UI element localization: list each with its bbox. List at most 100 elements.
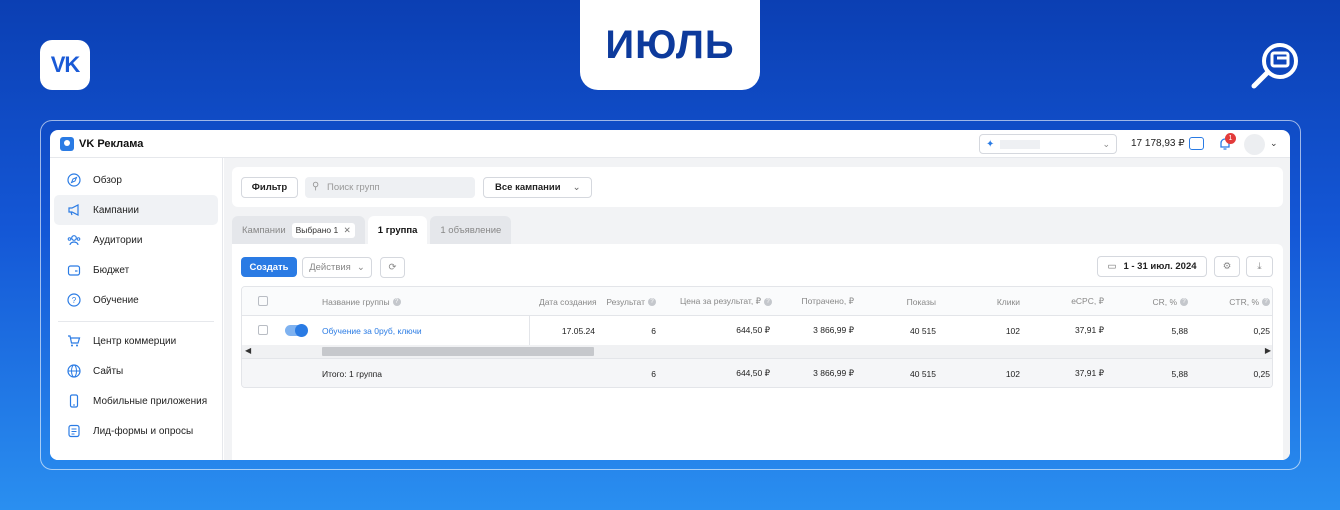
total-cr: 5,88 bbox=[1171, 368, 1188, 379]
group-name-link[interactable]: Обучение за 0руб, ключи bbox=[322, 316, 422, 345]
tab-campaigns[interactable]: Кампании Выбрано 1 ✕ bbox=[232, 216, 365, 244]
sidebar-item-label: Обучение bbox=[93, 294, 139, 306]
create-button[interactable]: Создать bbox=[241, 257, 297, 277]
download-icon: ⤓ bbox=[1257, 261, 1262, 272]
date-range-picker[interactable]: ▭ 1 - 31 июл. 2024 bbox=[1097, 256, 1207, 277]
total-label: Итого: 1 группа bbox=[322, 368, 383, 379]
compass-icon bbox=[66, 173, 81, 188]
info-icon[interactable]: ? bbox=[1262, 297, 1270, 306]
ads-search-icon bbox=[1251, 43, 1298, 89]
sparkle-icon: ✦ bbox=[986, 138, 995, 150]
wallet-icon bbox=[66, 263, 81, 278]
header-ctr-label: CTR, % bbox=[1229, 296, 1259, 307]
scroll-right-arrow[interactable]: ▶ bbox=[1265, 346, 1271, 355]
sidebar-item-lead-forms[interactable]: Лид-формы и опросы bbox=[54, 416, 218, 446]
sidebar-divider bbox=[58, 321, 214, 322]
search-input[interactable]: ⚲ Поиск групп bbox=[305, 177, 475, 198]
sidebar-item-label: Бюджет bbox=[93, 264, 130, 276]
header-name-label: Название группы bbox=[322, 296, 390, 307]
header-spent-label: Потрачено, ₽ bbox=[801, 296, 854, 306]
actions-dropdown[interactable]: Действия ⌄ bbox=[302, 257, 372, 278]
header-cr-label: CR, % bbox=[1152, 296, 1177, 307]
selected-chip[interactable]: Выбрано 1 ✕ bbox=[291, 222, 355, 238]
header-result-label: Результат bbox=[606, 296, 645, 307]
brand-name: VK Реклама bbox=[79, 137, 144, 150]
cell-cost-per-result: 644,50 ₽ bbox=[736, 325, 770, 335]
sidebar-item-learning[interactable]: ? Обучение bbox=[54, 285, 218, 315]
campaigns-select-label: Все кампании bbox=[495, 182, 561, 193]
group-toggle[interactable] bbox=[285, 324, 308, 337]
tabs: Кампании Выбрано 1 ✕ 1 группа 1 объявлен… bbox=[232, 216, 512, 244]
actions-label: Действия bbox=[309, 262, 351, 273]
sidebar-item-mobile-apps[interactable]: Мобильные приложения bbox=[54, 386, 218, 416]
header-impressions-label: Показы bbox=[906, 296, 936, 307]
refresh-button[interactable]: ⟳ bbox=[380, 257, 405, 278]
sidebar-item-commerce[interactable]: Центр коммерции bbox=[54, 326, 218, 356]
info-icon[interactable]: ? bbox=[764, 297, 772, 306]
vk-logo: VK bbox=[40, 40, 90, 90]
header-cost-label: Цена за результат, ₽ bbox=[679, 296, 761, 306]
tab-groups-label: 1 группа bbox=[377, 224, 418, 236]
tab-groups[interactable]: 1 группа bbox=[367, 216, 428, 244]
header-impressions[interactable]: Показы bbox=[872, 287, 936, 316]
info-icon[interactable]: ? bbox=[648, 297, 656, 306]
header-ecpc-label: eCPC, ₽ bbox=[1071, 296, 1104, 306]
phone-icon bbox=[66, 394, 81, 409]
header-clicks[interactable]: Клики bbox=[962, 287, 1020, 316]
header-name[interactable]: Название группы? bbox=[322, 287, 401, 316]
cell-result: 6 bbox=[651, 325, 656, 336]
table-row: Обучение за 0руб, ключи 17.05.24 6 644,5… bbox=[242, 316, 1272, 345]
sidebar-item-audiences[interactable]: Аудитории bbox=[54, 225, 218, 255]
header-created[interactable]: Дата создания bbox=[539, 287, 597, 316]
tab-ads[interactable]: 1 объявление bbox=[430, 216, 512, 244]
filter-button[interactable]: Фильтр bbox=[241, 177, 298, 198]
scroll-thumb[interactable] bbox=[322, 347, 594, 356]
account-selector[interactable]: ✦ ⌄ bbox=[979, 134, 1117, 154]
total-clicks: 102 bbox=[1005, 368, 1020, 379]
sidebar-item-budget[interactable]: Бюджет bbox=[54, 255, 218, 285]
balance: 17 178,93 ₽ bbox=[1131, 138, 1185, 149]
avatar[interactable] bbox=[1244, 134, 1265, 155]
header-clicks-label: Клики bbox=[996, 296, 1020, 307]
header-ecpc[interactable]: eCPC, ₽ bbox=[1042, 287, 1104, 316]
download-button[interactable]: ⤓ bbox=[1246, 256, 1273, 277]
vk-ads-logo-icon bbox=[60, 136, 74, 151]
top-bar: VK Реклама ✦ ⌄ 17 178,93 ₽ 1 ⌄ bbox=[50, 130, 1290, 158]
close-icon[interactable]: ✕ bbox=[344, 225, 351, 235]
month-label: ИЮЛЬ bbox=[605, 22, 735, 67]
filter-bar: Фильтр ⚲ Поиск групп Все кампании ⌄ bbox=[232, 167, 1283, 207]
header-spent[interactable]: Потрачено, ₽ bbox=[782, 287, 854, 316]
users-icon bbox=[66, 233, 81, 248]
info-icon[interactable]: ? bbox=[1180, 297, 1188, 306]
header-created-label: Дата создания bbox=[539, 296, 597, 307]
wallet-icon[interactable] bbox=[1189, 137, 1204, 150]
header-cost-per-result[interactable]: Цена за результат, ₽? bbox=[662, 287, 772, 316]
campaigns-select[interactable]: Все кампании ⌄ bbox=[483, 177, 592, 198]
cell-created: 17.05.24 bbox=[561, 325, 595, 336]
notification-badge: 1 bbox=[1225, 133, 1236, 144]
refresh-icon: ⟳ bbox=[388, 262, 397, 273]
globe-icon bbox=[66, 364, 81, 379]
cell-ecpc: 37,91 ₽ bbox=[1074, 325, 1104, 335]
header-cr[interactable]: CR, %? bbox=[1122, 287, 1188, 316]
horizontal-scrollbar[interactable]: ◀ ▶ bbox=[242, 345, 1272, 358]
sidebar-item-label: Сайты bbox=[93, 365, 124, 377]
header-result[interactable]: Результат? bbox=[602, 287, 656, 316]
selected-chip-label: Выбрано 1 bbox=[295, 224, 339, 235]
sidebar-item-campaigns[interactable]: Кампании bbox=[54, 195, 218, 225]
settings-button[interactable]: ⚙ bbox=[1214, 256, 1240, 277]
total-spent: 3 866,99 ₽ bbox=[813, 368, 854, 378]
sidebar-item-sites[interactable]: Сайты bbox=[54, 356, 218, 386]
sidebar-item-overview[interactable]: Обзор bbox=[54, 165, 218, 195]
chevron-down-icon: ⌄ bbox=[572, 182, 581, 193]
vk-ads-window: VK Реклама ✦ ⌄ 17 178,93 ₽ 1 ⌄ Обзор Кам… bbox=[50, 130, 1290, 460]
brand[interactable]: VK Реклама bbox=[60, 136, 144, 151]
create-button-label: Создать bbox=[249, 261, 289, 273]
header-ctr[interactable]: CTR, %? bbox=[1202, 287, 1270, 316]
info-icon[interactable]: ? bbox=[392, 297, 401, 306]
select-all-checkbox[interactable] bbox=[258, 296, 268, 306]
help-icon: ? bbox=[66, 293, 81, 308]
row-checkbox[interactable] bbox=[258, 325, 268, 335]
scroll-left-arrow[interactable]: ◀ bbox=[245, 346, 251, 355]
chevron-down-icon[interactable]: ⌄ bbox=[1270, 138, 1278, 149]
